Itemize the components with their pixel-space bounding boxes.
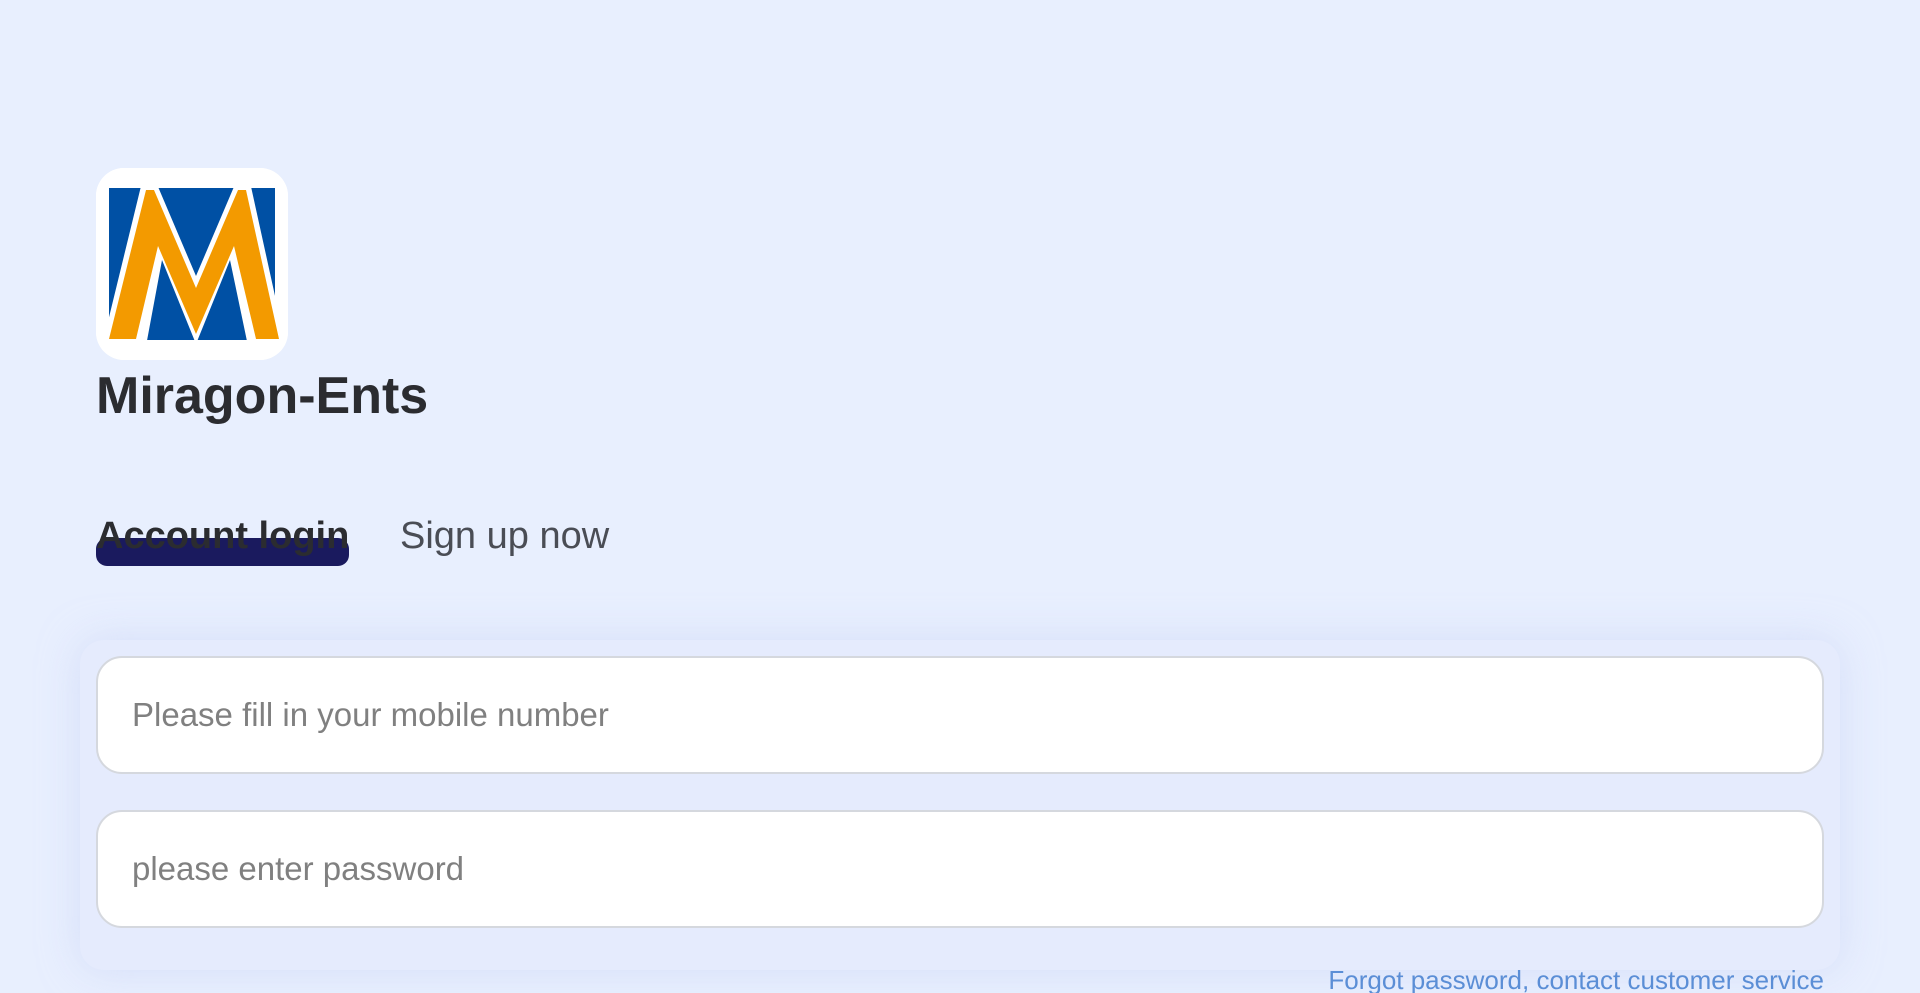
mobile-number-field [96,656,1824,774]
tab-account-login-label: Account login [96,515,350,557]
brand-name: Miragon-Ents [96,367,429,425]
password-field [96,810,1824,928]
tab-sign-up[interactable]: Sign up now [400,508,609,564]
forgot-password-link[interactable]: Forgot password, contact customer servic… [1328,963,1824,993]
mobile-number-input[interactable] [132,658,1792,772]
miragon-m-logo-icon [96,168,288,360]
tab-account-login[interactable]: Account login [96,508,350,566]
auth-tabs: Account login Sign up now [96,508,796,578]
brand-logo [96,168,288,360]
login-page: Miragon-Ents Account login Sign up now F… [0,0,1920,993]
password-input[interactable] [132,812,1792,926]
